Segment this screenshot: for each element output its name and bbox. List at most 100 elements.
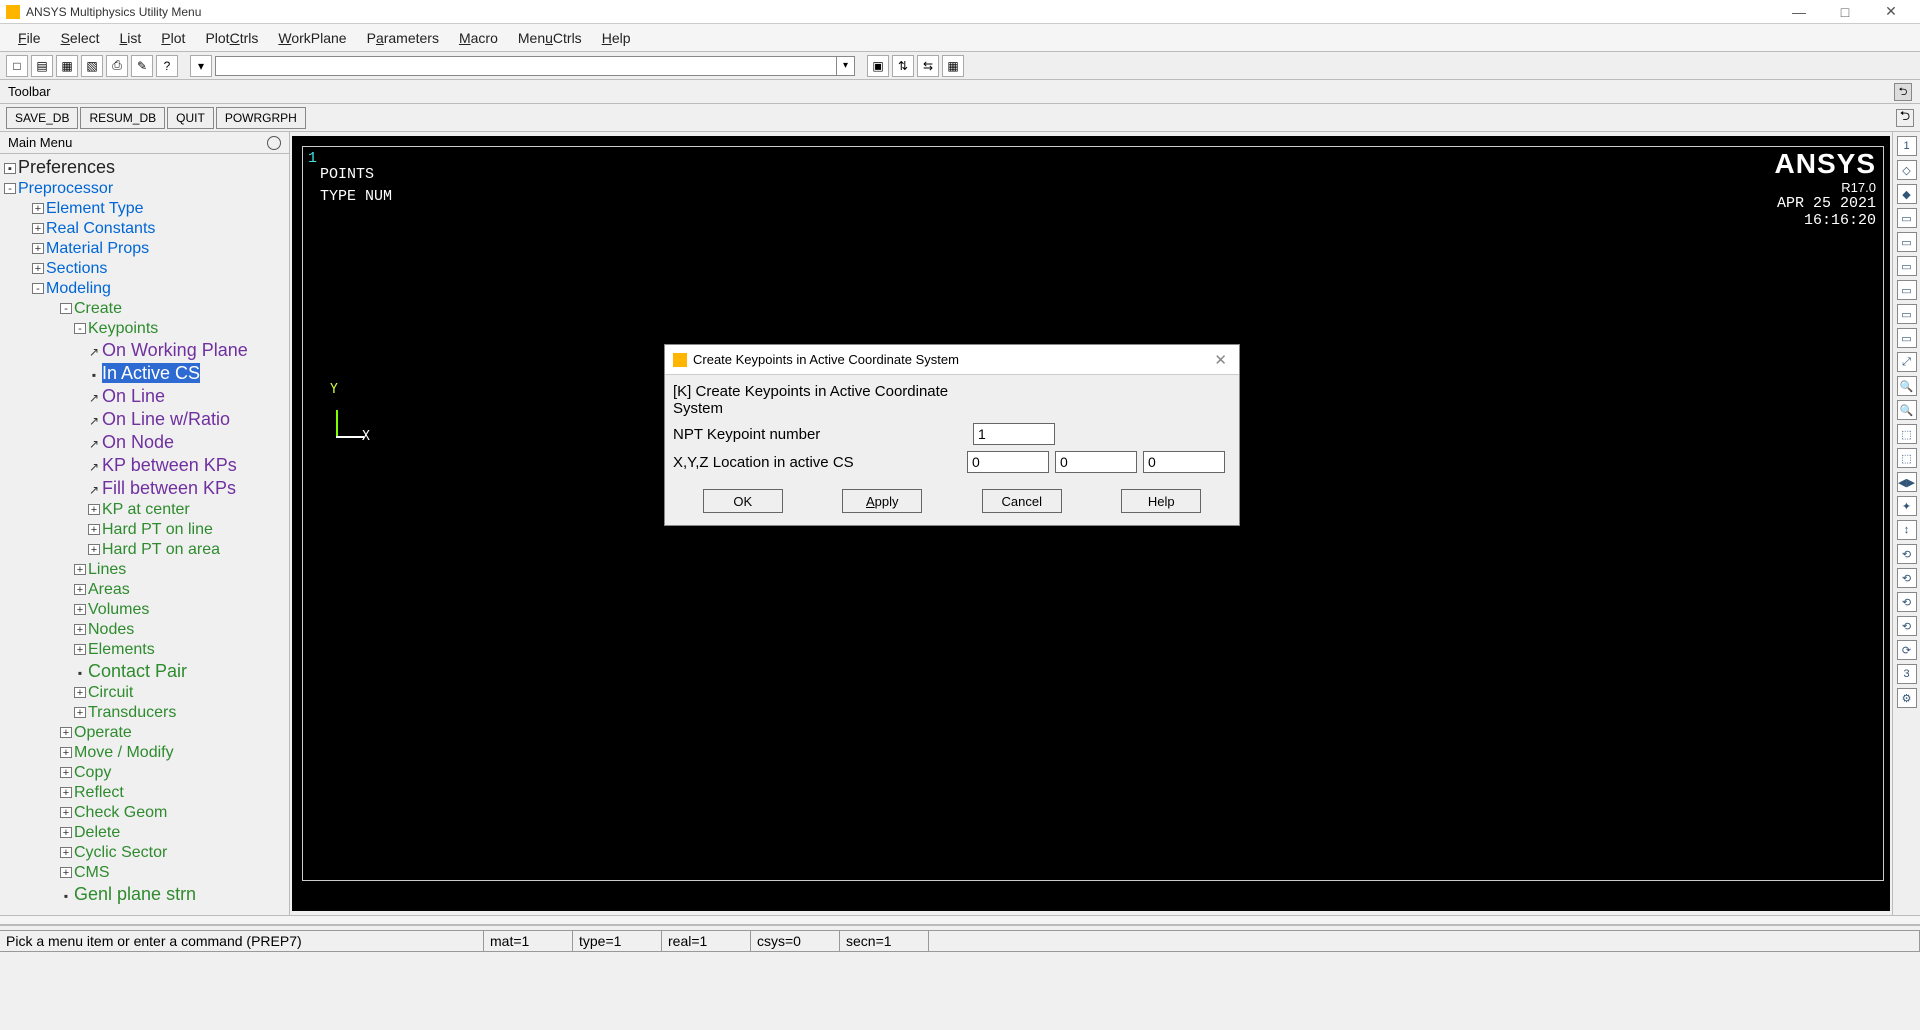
dynamic-mode-icon[interactable]: ✦ bbox=[1897, 496, 1917, 516]
quit-button[interactable]: QUIT bbox=[167, 107, 214, 129]
toggle-icon[interactable]: + bbox=[60, 847, 72, 858]
help-button[interactable]: Help bbox=[1121, 489, 1201, 513]
mainmenu-target-icon[interactable] bbox=[267, 136, 281, 150]
front-view-icon[interactable]: ▭ bbox=[1897, 208, 1917, 228]
rate-icon[interactable]: ↕ bbox=[1897, 520, 1917, 540]
toggle-icon[interactable]: + bbox=[32, 223, 44, 234]
menu-workplane[interactable]: WorkPlane bbox=[268, 27, 356, 49]
tree-sections[interactable]: Sections bbox=[46, 260, 107, 277]
rotate-z-icon[interactable]: ⟲ bbox=[1897, 592, 1917, 612]
tree-material-props[interactable]: Material Props bbox=[46, 240, 149, 257]
tree-on-node[interactable]: On Node bbox=[102, 432, 174, 452]
tree-cyclic-sector[interactable]: Cyclic Sector bbox=[74, 844, 167, 861]
oblique-view-icon[interactable]: ◆ bbox=[1897, 184, 1917, 204]
back-view-icon[interactable]: ▭ bbox=[1897, 304, 1917, 324]
toggle-icon[interactable]: + bbox=[60, 787, 72, 798]
close-button[interactable]: ✕ bbox=[1868, 1, 1914, 23]
tree-real-constants[interactable]: Real Constants bbox=[46, 220, 155, 237]
right-view-icon[interactable]: ▭ bbox=[1897, 232, 1917, 252]
toggle-icon[interactable]: + bbox=[60, 727, 72, 738]
tree-lines[interactable]: Lines bbox=[88, 561, 126, 578]
menu-list[interactable]: List bbox=[110, 27, 152, 49]
toggle-icon[interactable]: + bbox=[74, 687, 86, 698]
toggle-icon[interactable]: + bbox=[60, 827, 72, 838]
tree-fill-between-kps[interactable]: Fill between KPs bbox=[102, 478, 236, 498]
toggle-icon[interactable]: + bbox=[60, 867, 72, 878]
toggle-icon[interactable]: + bbox=[74, 624, 86, 635]
open-icon[interactable]: ▤ bbox=[31, 55, 53, 77]
minimize-button[interactable]: — bbox=[1776, 1, 1822, 23]
tree-delete[interactable]: Delete bbox=[74, 824, 120, 841]
save-icon[interactable]: ▦ bbox=[56, 55, 78, 77]
toggle-icon[interactable]: ▪ bbox=[4, 163, 16, 174]
tree-modeling[interactable]: Modeling bbox=[46, 280, 111, 297]
dialog-titlebar[interactable]: Create Keypoints in Active Coordinate Sy… bbox=[665, 345, 1239, 375]
y-input[interactable] bbox=[1055, 451, 1137, 473]
toggle-icon[interactable]: + bbox=[74, 707, 86, 718]
toggle-icon[interactable]: + bbox=[32, 263, 44, 274]
spin-icon[interactable]: ⟳ bbox=[1897, 640, 1917, 660]
tree-check-geom[interactable]: Check Geom bbox=[74, 804, 167, 821]
tree-on-line[interactable]: On Line bbox=[102, 386, 165, 406]
resume-icon[interactable]: ▧ bbox=[81, 55, 103, 77]
left-view-icon[interactable]: ▭ bbox=[1897, 280, 1917, 300]
toggle-icon[interactable]: + bbox=[74, 644, 86, 655]
tree-cms[interactable]: CMS bbox=[74, 864, 110, 881]
top-view-icon[interactable]: ▭ bbox=[1897, 256, 1917, 276]
tree-volumes[interactable]: Volumes bbox=[88, 601, 149, 618]
ok-button[interactable]: OK bbox=[703, 489, 783, 513]
tree-element-type[interactable]: Element Type bbox=[46, 200, 144, 217]
resum-db-button[interactable]: RESUM_DB bbox=[80, 107, 165, 129]
tree-preferences[interactable]: Preferences bbox=[18, 157, 115, 177]
bottom-view-icon[interactable]: ▭ bbox=[1897, 328, 1917, 348]
tree-preprocessor[interactable]: Preprocessor bbox=[18, 180, 113, 197]
tree-create[interactable]: Create bbox=[74, 300, 122, 317]
tree-kp-at-center[interactable]: KP at center bbox=[102, 501, 190, 518]
toggle-icon[interactable]: + bbox=[32, 243, 44, 254]
cancel-button[interactable]: Cancel bbox=[982, 489, 1062, 513]
tree-reflect[interactable]: Reflect bbox=[74, 784, 124, 801]
tree-keypoints[interactable]: Keypoints bbox=[88, 320, 158, 337]
print-icon[interactable]: ⎙ bbox=[106, 55, 128, 77]
toggle-icon[interactable]: + bbox=[60, 747, 72, 758]
tree-copy[interactable]: Copy bbox=[74, 764, 111, 781]
tree-genl-plane-strn[interactable]: Genl plane strn bbox=[74, 884, 196, 904]
fit-view-icon[interactable]: ⤢ bbox=[1897, 352, 1917, 372]
menu-parameters[interactable]: Parameters bbox=[357, 27, 449, 49]
tree-transducers[interactable]: Transducers bbox=[88, 704, 176, 721]
window-number-selector[interactable]: 1 bbox=[1897, 136, 1917, 156]
menu-select[interactable]: Select bbox=[51, 27, 110, 49]
menu-macro[interactable]: Macro bbox=[449, 27, 508, 49]
toggle-icon[interactable]: + bbox=[74, 564, 86, 575]
rate-selector[interactable]: 3 bbox=[1897, 664, 1917, 684]
image-capture-icon[interactable]: ⇆ bbox=[917, 55, 939, 77]
tree-move-modify[interactable]: Move / Modify bbox=[74, 744, 174, 761]
command-history-icon[interactable]: ▾ bbox=[190, 55, 212, 77]
dialog-close-button[interactable]: ✕ bbox=[1210, 351, 1231, 369]
iso-view-icon[interactable]: ◇ bbox=[1897, 160, 1917, 180]
tree-areas[interactable]: Areas bbox=[88, 581, 130, 598]
rotate-y-icon[interactable]: ⟲ bbox=[1897, 568, 1917, 588]
toggle-icon[interactable]: + bbox=[32, 203, 44, 214]
help-icon[interactable]: ? bbox=[156, 55, 178, 77]
quickbar-collapse-icon[interactable]: ⮌ bbox=[1896, 109, 1914, 127]
toolbar-collapse-icon[interactable]: ⮌ bbox=[1894, 83, 1912, 101]
command-input[interactable] bbox=[216, 57, 836, 75]
x-input[interactable] bbox=[967, 451, 1049, 473]
new-icon[interactable]: □ bbox=[6, 55, 28, 77]
tree-hard-pt-on-line[interactable]: Hard PT on line bbox=[102, 521, 213, 538]
command-dropdown-icon[interactable]: ▾ bbox=[836, 57, 854, 75]
maximize-button[interactable]: □ bbox=[1822, 1, 1868, 23]
view-settings-icon[interactable]: ⚙ bbox=[1897, 688, 1917, 708]
box-zoom-icon[interactable]: ⬚ bbox=[1897, 448, 1917, 468]
toggle-icon[interactable]: - bbox=[60, 303, 72, 314]
apply-button[interactable]: Apply bbox=[842, 489, 922, 513]
menu-help[interactable]: Help bbox=[592, 27, 641, 49]
npt-input[interactable] bbox=[973, 423, 1055, 445]
menu-plotctrls[interactable]: PlotCtrls bbox=[195, 27, 268, 49]
toggle-icon[interactable]: - bbox=[74, 323, 86, 334]
toggle-icon[interactable]: + bbox=[60, 767, 72, 778]
tree-contact-pair[interactable]: Contact Pair bbox=[88, 661, 187, 681]
capture-icon[interactable]: ✎ bbox=[131, 55, 153, 77]
tree-kp-between-kps[interactable]: KP between KPs bbox=[102, 455, 237, 475]
